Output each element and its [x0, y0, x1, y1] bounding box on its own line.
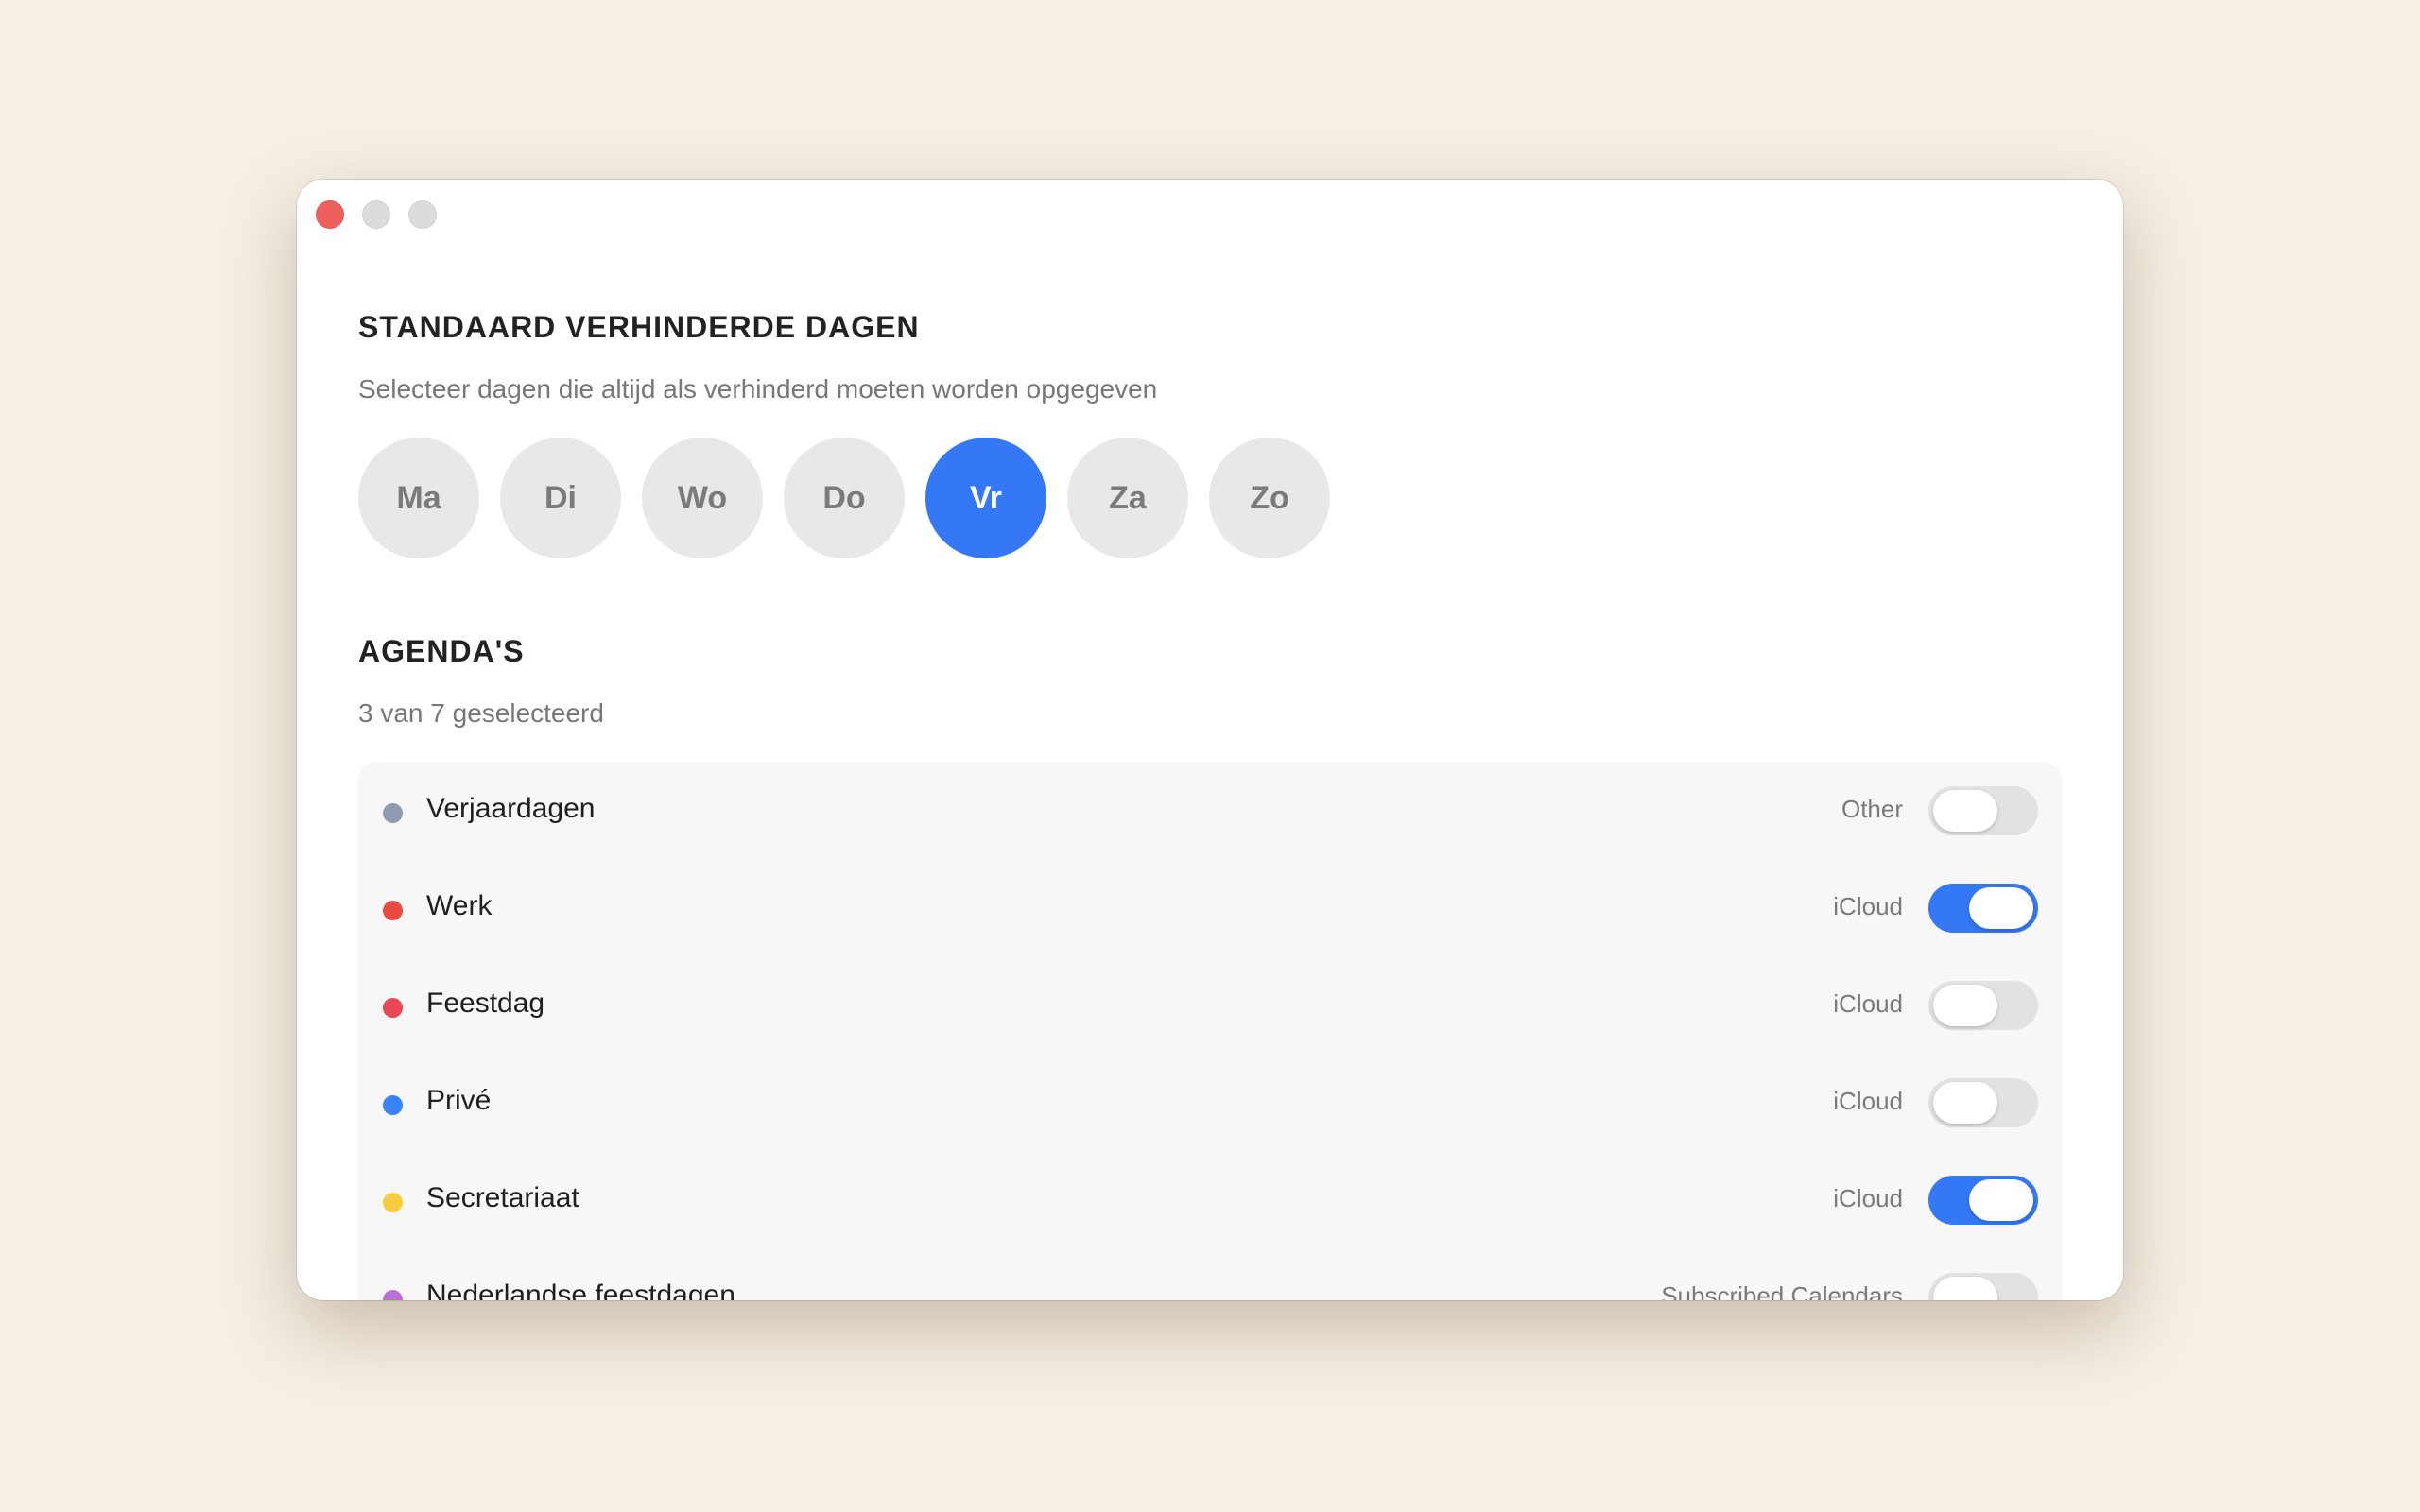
day-button-wo[interactable]: Wo: [642, 438, 763, 558]
calendar-row: Feestdag iCloud: [358, 957, 2062, 1055]
calendar-name: Feestdag: [426, 988, 545, 1019]
toggle-knob: [1933, 790, 1997, 832]
calendar-name: Verjaardagen: [426, 793, 596, 824]
calendar-toggle[interactable]: [1928, 1273, 2038, 1300]
day-button-zo[interactable]: Zo: [1209, 438, 1330, 558]
calendar-row: Verjaardagen Other: [358, 763, 2062, 860]
toggle-knob: [1933, 1082, 1997, 1124]
calendars-selected-count: 3 van 7 geselecteerd: [358, 698, 604, 728]
calendar-toggle[interactable]: [1928, 1176, 2038, 1225]
toggle-knob: [1969, 887, 2033, 929]
calendar-source: Subscribed Calendars: [1661, 1281, 1903, 1300]
calendar-row: Secretariaat iCloud: [358, 1152, 2062, 1249]
calendar-toggle[interactable]: [1928, 884, 2038, 933]
blocked-days-subtitle: Selecteer dagen die altijd als verhinder…: [358, 374, 1158, 404]
calendar-source: iCloud: [1833, 1184, 1903, 1212]
toggle-knob: [1933, 1277, 1997, 1300]
calendar-color-dot: [383, 1193, 403, 1212]
calendar-toggle[interactable]: [1928, 1078, 2038, 1127]
calendar-name: Privé: [426, 1085, 492, 1116]
weekday-selector: Ma Di Wo Do Vr Za Zo: [358, 438, 1330, 558]
calendar-row: Nederlandse feestdagen Subscribed Calenda…: [358, 1249, 2062, 1300]
calendar-color-dot: [383, 1095, 403, 1115]
day-button-do[interactable]: Do: [784, 438, 905, 558]
calendar-row: Werk iCloud: [358, 860, 2062, 957]
zoom-window-button[interactable]: [408, 200, 437, 229]
calendar-name: Secretariaat: [426, 1182, 579, 1213]
calendar-source: iCloud: [1833, 892, 1903, 920]
calendar-color-dot: [383, 901, 403, 920]
calendar-toggle[interactable]: [1928, 981, 2038, 1030]
preferences-window: STANDAARD VERHINDERDE DAGEN Selecteer da…: [297, 180, 2123, 1300]
calendar-source: Other: [1841, 795, 1903, 823]
calendar-toggle[interactable]: [1928, 786, 2038, 835]
calendar-list: Verjaardagen Other Werk iCloud Feestdag iClou…: [358, 763, 2062, 1300]
calendar-color-dot: [383, 803, 403, 823]
blocked-days-title: STANDAARD VERHINDERDE DAGEN: [358, 310, 920, 344]
calendar-row: Privé iCloud: [358, 1055, 2062, 1152]
window-controls: [316, 200, 437, 229]
day-button-ma[interactable]: Ma: [358, 438, 479, 558]
calendar-source: iCloud: [1833, 989, 1903, 1018]
minimize-window-button[interactable]: [362, 200, 390, 229]
calendar-color-dot: [383, 1290, 403, 1300]
calendars-title: AGENDA'S: [358, 634, 525, 668]
calendar-name: Nederlandse feestdagen: [426, 1280, 735, 1300]
calendar-color-dot: [383, 998, 403, 1018]
toggle-knob: [1933, 985, 1997, 1026]
calendar-name: Werk: [426, 890, 493, 921]
day-button-di[interactable]: Di: [500, 438, 621, 558]
close-window-button[interactable]: [316, 200, 344, 229]
calendar-source: iCloud: [1833, 1087, 1903, 1115]
day-button-za[interactable]: Za: [1067, 438, 1188, 558]
toggle-knob: [1969, 1179, 2033, 1221]
day-button-vr[interactable]: Vr: [925, 438, 1046, 558]
